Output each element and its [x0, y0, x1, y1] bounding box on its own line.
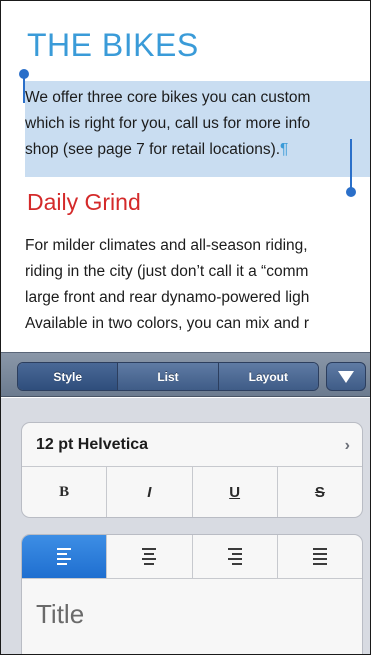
section-heading[interactable]: Daily Grind — [27, 189, 141, 216]
document-canvas[interactable]: THE BIKES We offer three core bikes you … — [9, 1, 370, 341]
tab-layout[interactable]: Layout — [218, 363, 318, 390]
align-right-button[interactable] — [193, 535, 278, 578]
align-center-icon — [142, 548, 157, 565]
underline-button[interactable]: U — [193, 467, 278, 517]
font-group: 12 pt Helvetica › B I U S — [21, 422, 363, 518]
paragraph-line: shop (see page 7 for retail locations).¶ — [25, 141, 289, 158]
paragraph-line: large front and rear dynamo-powered ligh — [25, 289, 310, 306]
app-window: THE BIKES We offer three core bikes you … — [0, 0, 371, 655]
paragraph-group: Title — [21, 534, 363, 654]
paragraph-style-selector[interactable]: Title — [22, 579, 362, 630]
format-toolbar: Style List Layout — [1, 352, 370, 397]
selection-start-handle[interactable] — [19, 69, 29, 79]
collapse-button[interactable] — [326, 362, 366, 391]
align-left-icon — [57, 548, 72, 565]
body-paragraph[interactable]: For milder climates and all-season ridin… — [25, 233, 370, 337]
document-title[interactable]: THE BIKES — [27, 27, 199, 64]
tab-list[interactable]: List — [118, 363, 219, 390]
paragraph-line: which is right for you, call us for more… — [25, 115, 311, 132]
chevron-right-icon: › — [344, 437, 350, 454]
triangle-down-icon — [338, 370, 354, 383]
align-left-button[interactable] — [22, 535, 108, 578]
paragraph-line: We offer three core bikes you can custom — [25, 89, 311, 106]
font-selector[interactable]: 12 pt Helvetica › — [22, 423, 362, 467]
pilcrow-mark: ¶ — [280, 141, 289, 158]
paragraph-line: Available in two colors, you can mix and… — [25, 315, 310, 332]
strikethrough-button[interactable]: S — [278, 467, 362, 517]
align-justify-icon — [312, 548, 327, 565]
selection-end-line — [350, 139, 352, 189]
italic-button[interactable]: I — [107, 467, 193, 517]
bold-button[interactable]: B — [22, 467, 108, 517]
inspector-tabs: Style List Layout — [17, 362, 319, 391]
alignment-buttons — [22, 535, 362, 579]
selection-end-handle[interactable] — [346, 187, 356, 197]
align-right-icon — [227, 548, 242, 565]
paragraph-line: riding in the city (just don’t call it a… — [25, 263, 309, 280]
align-justify-button[interactable] — [278, 535, 362, 578]
selected-paragraph[interactable]: We offer three core bikes you can custom… — [25, 85, 370, 163]
font-label: 12 pt Helvetica — [36, 435, 149, 453]
tab-style[interactable]: Style — [18, 363, 119, 390]
paragraph-line: For milder climates and all-season ridin… — [25, 237, 308, 254]
align-center-button[interactable] — [107, 535, 193, 578]
text-style-buttons: B I U S — [22, 467, 362, 517]
